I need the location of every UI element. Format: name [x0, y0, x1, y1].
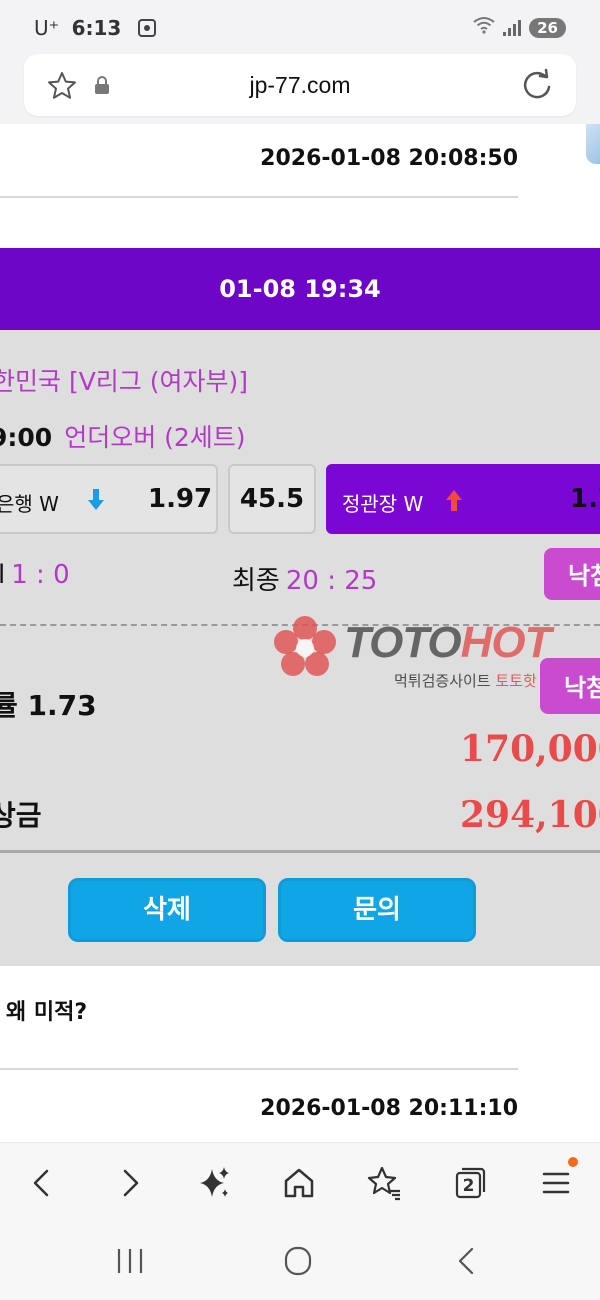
home-team: 은행 W	[0, 492, 59, 516]
payout-label: 상금	[0, 799, 42, 832]
clock: 6:13	[71, 16, 122, 40]
away-team: 정관장 W	[342, 492, 424, 516]
home-circle-icon[interactable]	[278, 1244, 318, 1278]
watermark-tagline: 먹튀검증사이트 토토핫	[394, 670, 537, 691]
address-bar[interactable]: jp-77.com	[24, 54, 576, 116]
wifi-icon	[473, 16, 495, 39]
result-badge[interactable]: 낙첨	[544, 548, 600, 600]
solid-divider	[0, 850, 600, 853]
comment-text: 왜 미적?	[6, 1000, 88, 1025]
match-time: 9:00	[0, 423, 53, 452]
signal-icon	[503, 19, 522, 36]
back-chevron-icon[interactable]	[446, 1244, 486, 1278]
handicap-line: 45.5	[239, 484, 305, 514]
favorites-icon[interactable]	[364, 1163, 404, 1203]
system-nav-bar	[0, 1222, 600, 1300]
final-score-row: 최종 20 : 25	[232, 560, 377, 597]
recents-icon[interactable]	[110, 1244, 150, 1278]
edge-decoration	[586, 124, 600, 164]
watermark-tagline-highlight: 토토핫	[495, 672, 537, 690]
first-score-label: l	[0, 560, 6, 590]
sparkle-icon[interactable]	[194, 1163, 234, 1203]
url-text[interactable]: jp-77.com	[24, 72, 576, 99]
divider	[0, 196, 518, 198]
forward-icon[interactable]	[110, 1163, 150, 1203]
market-row: 9:00 언더오버 (2세트)	[0, 418, 246, 454]
home-odds: 1.97	[148, 484, 213, 514]
menu-button[interactable]	[536, 1157, 578, 1203]
league-name: 한민국 [V리그 (여자부)]	[0, 367, 249, 396]
watermark: TOTOHOT 먹튀검증사이트 토토핫	[272, 614, 600, 694]
screen-record-icon	[137, 19, 156, 37]
home-odds-box[interactable]: 은행 W 1.97	[0, 464, 218, 534]
status-bar: U⁺ 6:13 26	[0, 0, 600, 56]
page-content: 2026-01-08 20:08:50 01-08 19:34 한민국 [V리그…	[0, 124, 600, 1142]
divider-2	[0, 1068, 518, 1070]
battery-icon: 26	[529, 17, 566, 38]
delete-button[interactable]: 삭제	[68, 878, 266, 942]
first-score-row: l1 : 0	[0, 560, 70, 590]
back-icon[interactable]	[22, 1163, 62, 1203]
away-odds-box-selected[interactable]: 정관장 W 1.7	[326, 464, 600, 534]
tabs-count: 2	[462, 1176, 475, 1196]
watermark-brand-suffix: HOT	[460, 618, 552, 667]
total-odds: 률 1.73	[0, 689, 97, 722]
watermark-tagline-prefix: 먹튀검증사이트	[394, 672, 491, 690]
away-odds: 1.7	[570, 484, 600, 514]
inquiry-button[interactable]: 문의	[278, 878, 476, 942]
home-icon[interactable]	[279, 1163, 319, 1203]
watermark-logo-icon	[274, 616, 336, 676]
status-left: U⁺ 6:13	[34, 16, 156, 40]
browser-toolbar: 2	[0, 1142, 600, 1222]
tabs-button[interactable]: 2	[450, 1163, 490, 1203]
bet-header-datetime: 01-08 19:34	[0, 248, 600, 330]
post-timestamp-2: 2026-01-08 20:11:10	[260, 1096, 518, 1121]
arrow-up-icon	[446, 490, 462, 511]
bet-slip-card: 01-08 19:34 한민국 [V리그 (여자부)] 9:00 언더오버 (2세…	[0, 248, 600, 966]
watermark-brand: TOTOHOT	[344, 618, 552, 668]
carrier-label: U⁺	[34, 16, 60, 40]
final-label: 최종	[232, 566, 280, 596]
arrow-down-icon	[88, 489, 104, 510]
first-score: 1 : 0	[11, 560, 70, 590]
payout-amount: 294,100	[460, 794, 600, 836]
menu-icon	[542, 1172, 570, 1194]
line-box[interactable]: 45.5	[228, 464, 316, 534]
watermark-brand-prefix: TOTO	[344, 618, 462, 667]
final-score: 20 : 25	[285, 566, 378, 596]
status-right: 26	[473, 16, 566, 39]
market-name: 언더오버 (2세트)	[64, 423, 246, 452]
post-timestamp: 2026-01-08 20:08:50	[260, 146, 518, 171]
reload-icon[interactable]	[520, 68, 554, 102]
bet-amount: 170,000	[460, 728, 600, 770]
notification-dot	[568, 1157, 578, 1167]
